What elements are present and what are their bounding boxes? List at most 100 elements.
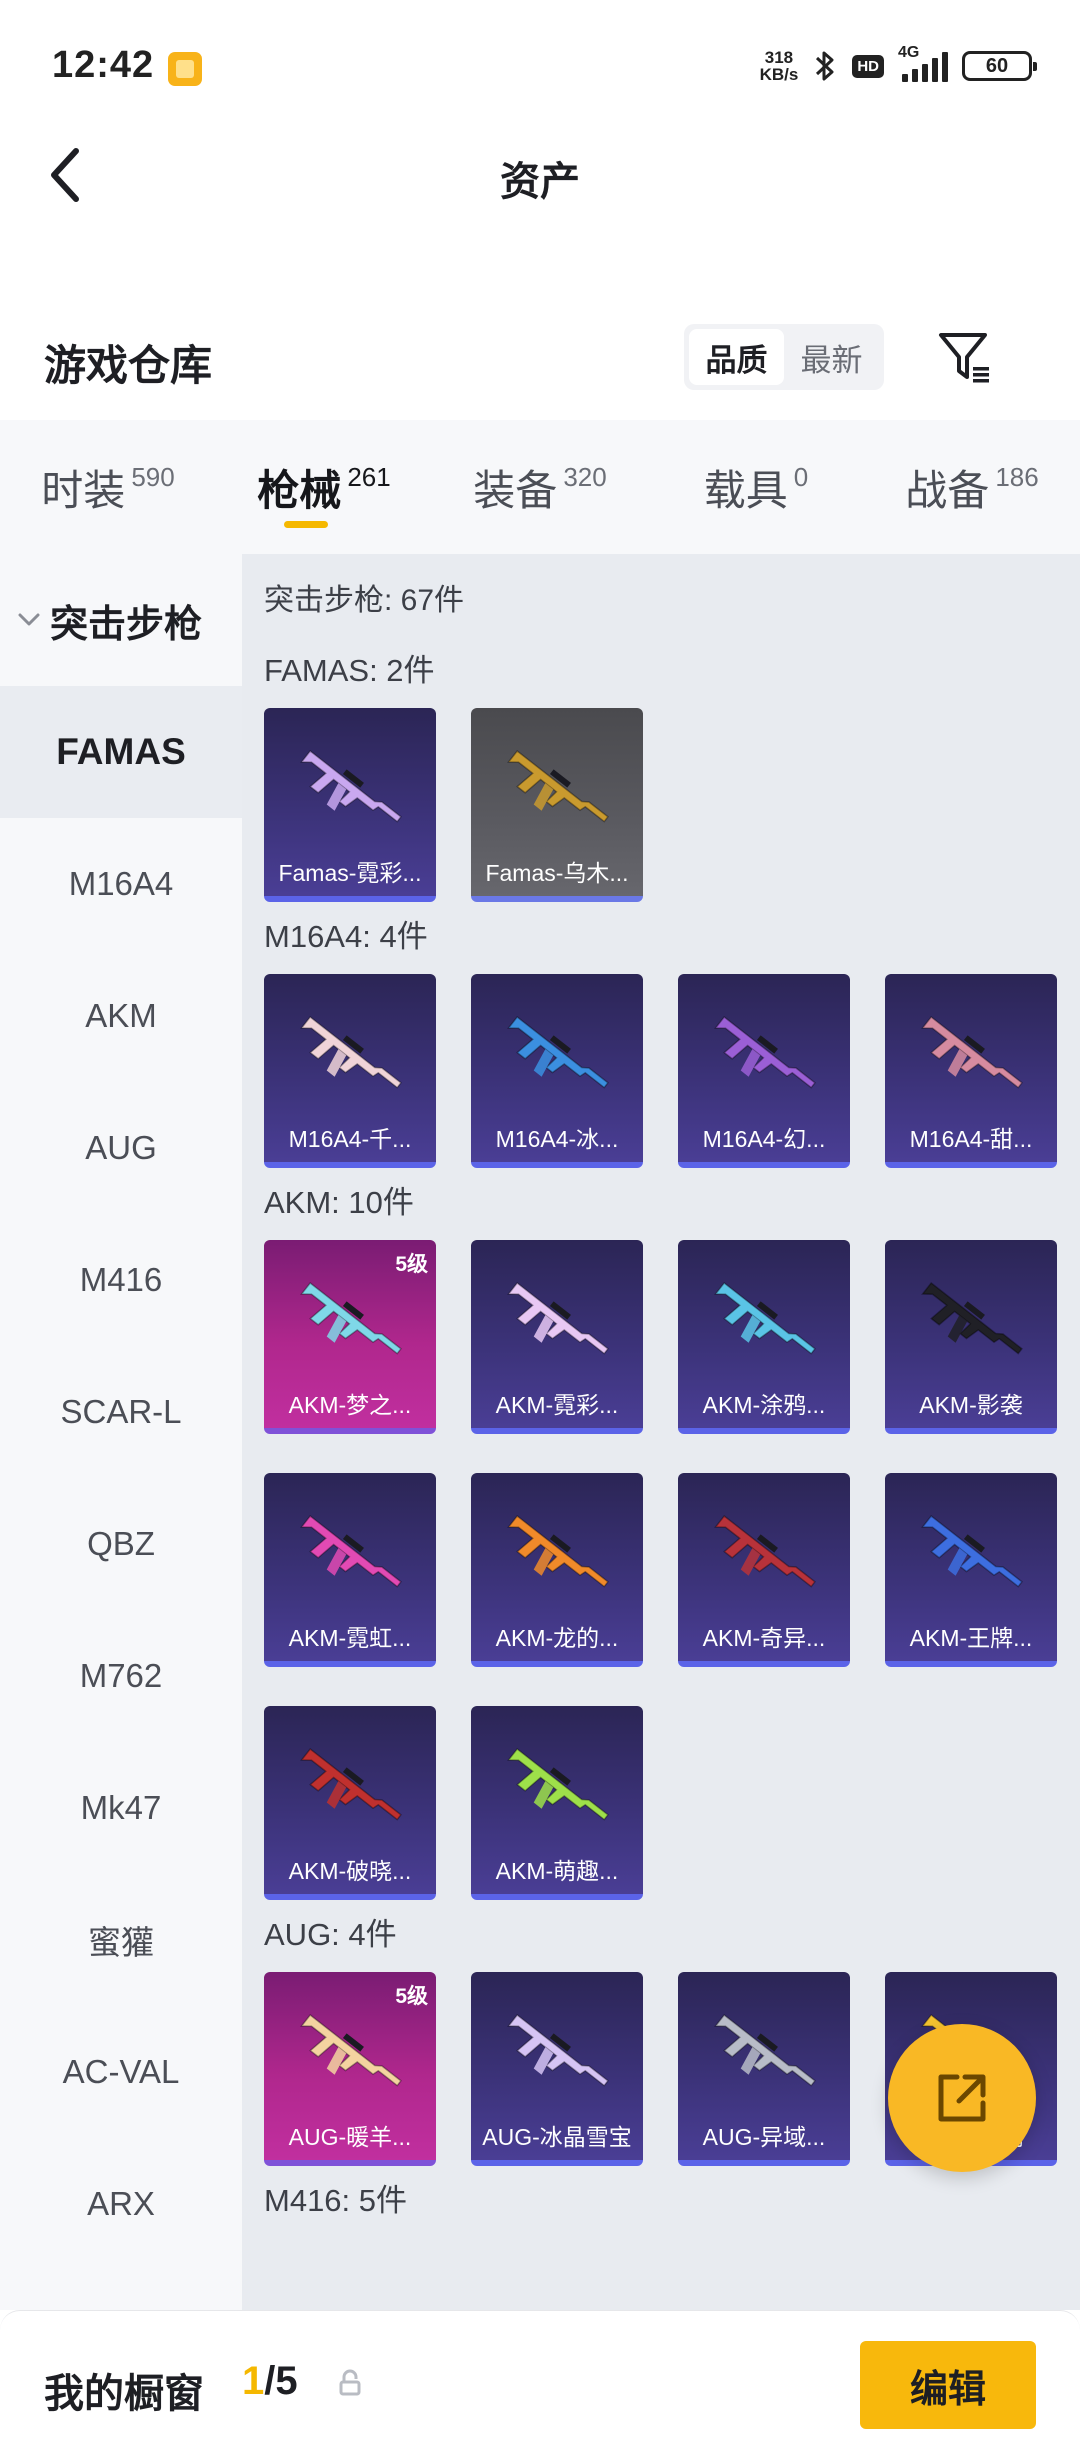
network-type: 4G (898, 44, 920, 61)
sidebar-item[interactable]: Mk47 (0, 1742, 242, 1874)
bottom-bar: 我的橱窗 1/5 编辑 (0, 2310, 1080, 2460)
sort-quality-option[interactable]: 品质 (689, 329, 784, 385)
bluetooth-icon (816, 51, 834, 81)
tab-label: 装备 (473, 466, 558, 514)
battery-level: 60 (985, 54, 1009, 77)
weapon-image (507, 1015, 609, 1089)
tab-category[interactable]: 时装 590 (0, 420, 216, 554)
sidebar: 突击步枪 FAMAS M16A4 AKM AUG M416 SCAR-L QBZ M762 Mk… (0, 554, 242, 2310)
weapon-card[interactable]: AKM-王牌... (885, 1473, 1057, 1667)
share-icon (938, 2074, 986, 2122)
weapon-name: AUG-冰晶雪宝 (482, 2124, 632, 2150)
weapon-card[interactable]: Famas-乌木... (471, 708, 643, 902)
tab-category[interactable]: 载具 0 (648, 420, 864, 554)
group-heading: M16A4: 4件 (264, 919, 428, 954)
status-time: 12:42 (52, 44, 155, 86)
weapon-card[interactable]: AKM-龙的... (471, 1473, 643, 1667)
active-tab-indicator (284, 521, 328, 528)
showcase-current: 1 (242, 2359, 265, 2403)
weapon-card[interactable]: Famas-霓彩... (264, 708, 436, 902)
tab-category[interactable]: 装备 320 (432, 420, 648, 554)
sidebar-item[interactable]: SCAR-L (0, 1346, 242, 1478)
sidebar-group-label: 突击步枪 (50, 603, 203, 646)
sidebar-item[interactable]: M16A4 (0, 818, 242, 950)
weapon-name: M16A4-冰... (495, 1126, 619, 1152)
weapon-name: AKM-涂鸦... (702, 1392, 826, 1418)
weapon-image (507, 2013, 609, 2087)
weapon-card[interactable]: M16A4-千... (264, 974, 436, 1168)
sidebar-item[interactable]: AC-VAL (0, 2006, 242, 2138)
nav-header: 资产 (0, 135, 1080, 215)
weapon-name: M16A4-甜... (909, 1126, 1033, 1152)
tab-category[interactable]: 战备 186 (864, 420, 1080, 554)
sidebar-item[interactable]: ARX (0, 2138, 242, 2270)
weapon-card[interactable]: AUG-异域... (678, 1972, 850, 2166)
group-heading: AUG: 4件 (264, 1917, 397, 1952)
weapon-image (714, 1015, 816, 1089)
weapon-name: AKM-奇异... (702, 1625, 826, 1651)
sidebar-item[interactable]: AKM (0, 950, 242, 1082)
level-badge: 5级 (395, 1985, 428, 2008)
weapon-card[interactable]: AKM-奇异... (678, 1473, 850, 1667)
signal-icon: 4G (898, 44, 948, 82)
level-badge: 5级 (395, 1253, 428, 1276)
chevron-down-icon (18, 613, 40, 626)
weapon-image (921, 1514, 1023, 1588)
weapon-image (714, 1281, 816, 1355)
weapon-name: Famas-霓彩... (278, 860, 422, 886)
weapon-card[interactable]: AKM-涂鸦... (678, 1240, 850, 1434)
showcase-total: /5 (264, 2359, 298, 2403)
filter-icon (939, 333, 989, 383)
sidebar-item[interactable]: QBZ (0, 1478, 242, 1610)
weapon-card[interactable]: AKM-萌趣... (471, 1706, 643, 1900)
tab-label: 时装 (41, 466, 126, 514)
weapon-image (300, 1015, 402, 1089)
weapon-image (300, 749, 402, 823)
weapon-card[interactable]: 5级 AUG-暖羊... (264, 1972, 436, 2166)
weapon-card[interactable]: AUG-冰晶雪宝 (471, 1972, 643, 2166)
sidebar-item[interactable]: 蜜獾 (0, 1874, 242, 2006)
hd-badge: HD (852, 54, 884, 78)
weapon-grid: M16A4-千... M16A4-冰... M16A4-幻... M16A4-甜... (264, 974, 1058, 1168)
weapon-card[interactable]: AKM-霓虹... (264, 1473, 436, 1667)
weapon-card[interactable]: AKM-霓彩... (471, 1240, 643, 1434)
network-speed-value: 318 (764, 48, 794, 67)
warehouse-title: 游戏仓库 (44, 342, 213, 389)
weapon-image (507, 1514, 609, 1588)
weapon-image (507, 749, 609, 823)
weapon-card[interactable]: AKM-影袭 (885, 1240, 1057, 1434)
sidebar-item[interactable]: FAMAS (0, 686, 242, 818)
sort-latest-option[interactable]: 最新 (784, 329, 879, 385)
weapon-name: AKM-霓虹... (288, 1625, 412, 1651)
filter-button[interactable] (930, 322, 1000, 392)
tab-category[interactable]: 枪械 261 (216, 420, 432, 554)
weapon-card[interactable]: M16A4-幻... (678, 974, 850, 1168)
sidebar-item[interactable]: AUG (0, 1082, 242, 1214)
showcase-count: 1/5 (242, 2359, 298, 2404)
weapon-card[interactable]: M16A4-冰... (471, 974, 643, 1168)
weapon-image (507, 1281, 609, 1355)
tab-label: 载具 (703, 466, 788, 514)
weapon-name: AKM-龙的... (495, 1625, 619, 1651)
weapon-image (300, 2013, 402, 2087)
weapon-name: AUG-暖羊... (288, 2124, 412, 2150)
weapon-card[interactable]: M16A4-甜... (885, 974, 1057, 1168)
battery-icon: 60 (962, 51, 1037, 81)
tab-label: 战备 (905, 466, 990, 514)
tab-count: 186 (995, 461, 1039, 492)
weapon-image (507, 1747, 609, 1821)
share-button[interactable] (888, 2024, 1036, 2172)
weapon-name: M16A4-幻... (702, 1126, 826, 1152)
status-bar: 12:42 318 KB/s HD 4G 60 (0, 0, 1080, 135)
network-speed-unit: KB/s (759, 65, 799, 84)
weapon-card[interactable]: AKM-破晓... (264, 1706, 436, 1900)
category-tabs: 时装 590 枪械 261 装备 320 载具 0 战备 186 (0, 420, 1080, 554)
weapon-image (714, 2013, 816, 2087)
sidebar-item[interactable]: M762 (0, 1610, 242, 1742)
sidebar-group-assault-rifle[interactable]: 突击步枪 (0, 554, 242, 686)
sidebar-item[interactable]: M416 (0, 1214, 242, 1346)
weapon-card[interactable]: 5级 AKM-梦之... (264, 1240, 436, 1434)
total-count: 突击步枪: 67件 (264, 584, 465, 617)
weapon-image (921, 1015, 1023, 1089)
edit-button[interactable]: 编辑 (860, 2341, 1036, 2429)
